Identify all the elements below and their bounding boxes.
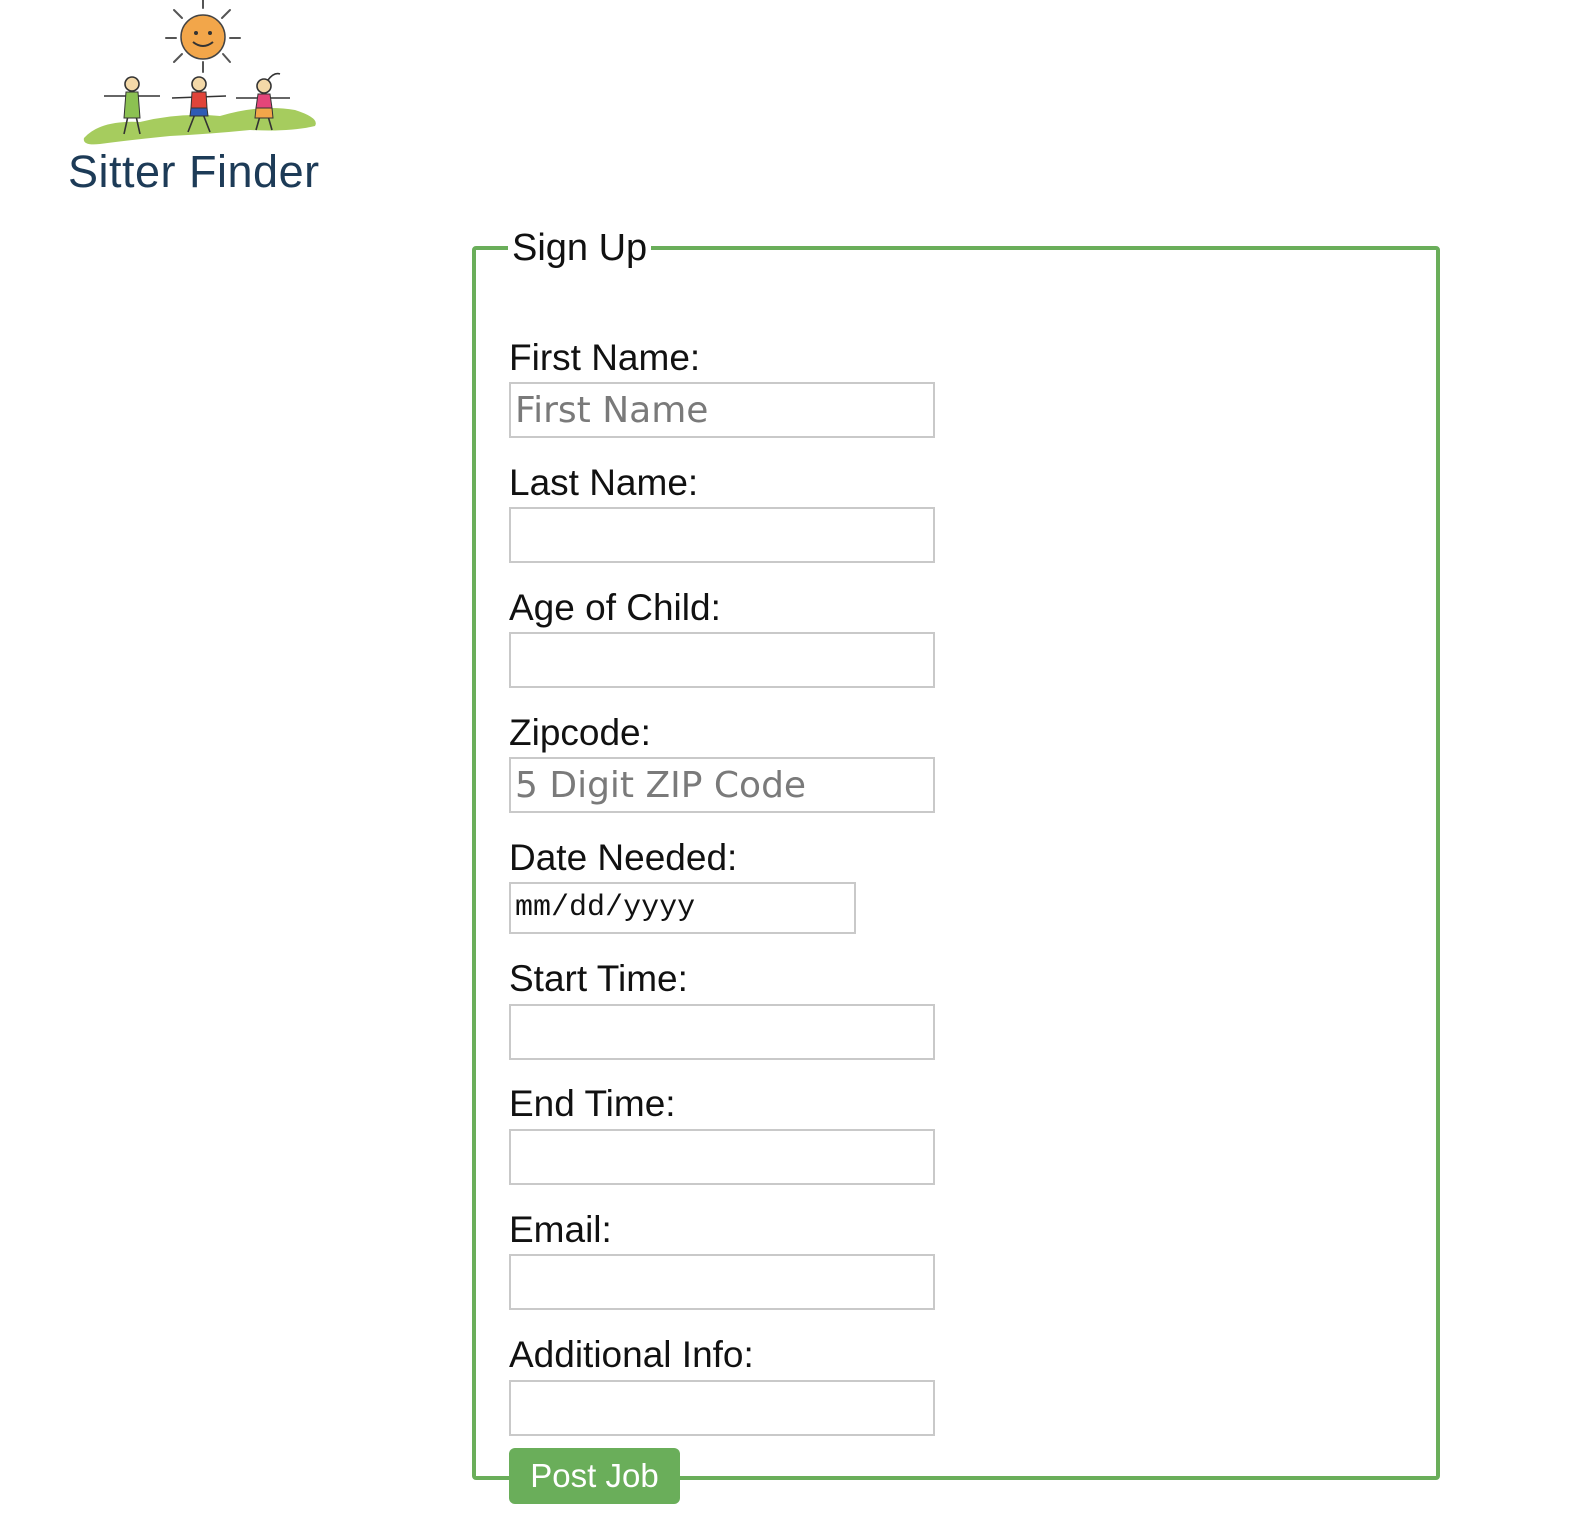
additional-info-input[interactable]	[509, 1380, 935, 1436]
date-year-segment[interactable]: yyyy	[623, 884, 695, 932]
age-of-child-label: Age of Child:	[509, 587, 721, 628]
end-time-label: End Time:	[509, 1083, 676, 1124]
email-input[interactable]	[509, 1254, 935, 1310]
last-name-input[interactable]	[509, 507, 935, 563]
date-needed-input[interactable]: mm/dd/yyyy	[509, 882, 856, 934]
date-separator: /	[605, 891, 624, 925]
zipcode-input[interactable]	[509, 757, 935, 813]
first-name-label: First Name:	[509, 337, 701, 378]
start-time-label: Start Time:	[509, 958, 688, 999]
signup-form: Sign Up First Name: Last Name: Age of Ch…	[472, 227, 1440, 1504]
additional-info-label: Additional Info:	[509, 1334, 754, 1375]
form-legend: Sign Up	[512, 227, 648, 269]
email-label: Email:	[509, 1209, 612, 1250]
end-time-input[interactable]	[509, 1129, 935, 1185]
last-name-label: Last Name:	[509, 462, 699, 503]
date-separator: /	[551, 891, 570, 925]
logo-text: Sitter Finder	[68, 146, 320, 197]
date-needed-label: Date Needed:	[509, 837, 738, 878]
date-month-segment[interactable]: mm	[515, 884, 551, 932]
first-name-input[interactable]	[509, 382, 935, 438]
age-of-child-input[interactable]	[509, 632, 935, 688]
page: Sitter Finder Sign Up First Name: Last N…	[0, 0, 1576, 1540]
date-day-segment[interactable]: dd	[569, 884, 605, 932]
logo[interactable]: Sitter Finder	[60, 0, 360, 200]
post-job-button[interactable]: Post Job	[509, 1448, 680, 1504]
zipcode-label: Zipcode:	[509, 712, 651, 753]
start-time-input[interactable]	[509, 1004, 935, 1060]
sitter-finder-logo-icon	[83, 0, 316, 145]
